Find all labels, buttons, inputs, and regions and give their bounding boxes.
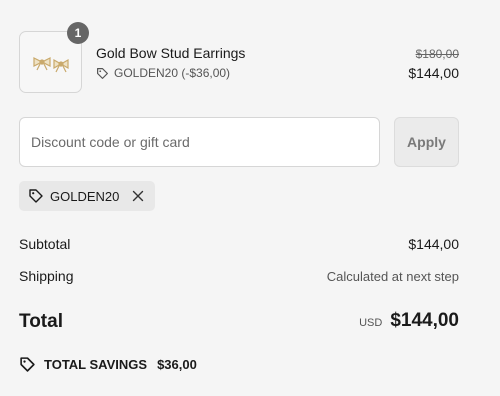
shipping-label: Shipping (19, 268, 74, 284)
savings-label: TOTAL SAVINGS (44, 357, 148, 372)
total-savings: TOTAL SAVINGS $36,00 (19, 356, 197, 373)
line-discount-text: GOLDEN20 (-$36,00) (114, 66, 231, 80)
apply-button[interactable]: Apply (394, 117, 459, 167)
quantity-badge: 1 (67, 22, 89, 44)
applied-code-label: GOLDEN20 (50, 188, 120, 204)
total-amount: $144,00 (390, 310, 459, 331)
remove-code-icon[interactable] (131, 189, 145, 203)
applied-code-chip: GOLDEN20 (19, 181, 156, 211)
current-price: $144,00 (408, 65, 459, 81)
tag-icon (97, 67, 108, 79)
line-discount: GOLDEN20 (-$36,00) (96, 66, 230, 80)
savings-tag-icon (20, 357, 35, 372)
total-value-group: USD $144,00 (359, 310, 459, 332)
subtotal-value: $144,00 (408, 236, 459, 252)
discount-code-input[interactable] (19, 117, 380, 167)
shipping-value: Calculated at next step (326, 269, 459, 284)
tag-icon (29, 189, 43, 203)
subtotal-label: Subtotal (19, 236, 71, 252)
currency-code: USD (359, 317, 383, 329)
original-price: $180,00 (415, 47, 459, 61)
total-label: Total (19, 311, 63, 332)
savings-value: $36,00 (157, 357, 197, 372)
product-title: Gold Bow Stud Earrings (96, 45, 246, 61)
